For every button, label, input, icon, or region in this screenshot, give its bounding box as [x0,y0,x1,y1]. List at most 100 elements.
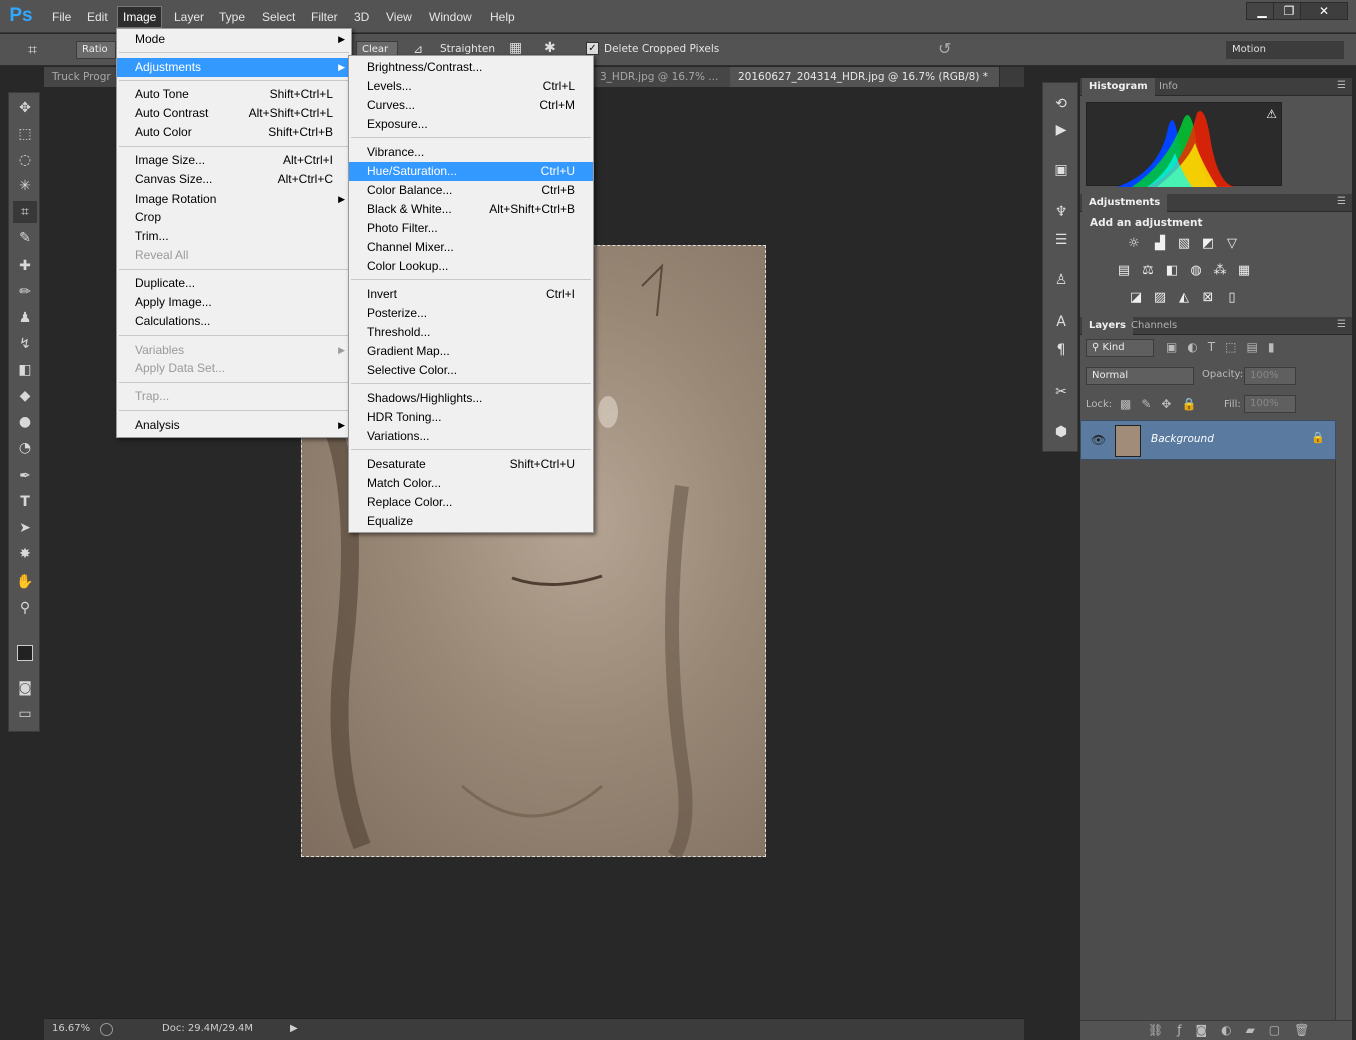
fill-field[interactable]: 100% [1244,395,1296,413]
image-menu-image-rotation[interactable]: Image Rotation ▶ [117,190,351,209]
actions-panel-icon[interactable]: ▶ [1049,119,1073,141]
gradient-map-adjust-icon[interactable]: ▯ [1222,289,1242,307]
posterize-adjust-icon[interactable]: ▨ [1150,289,1170,307]
vibrance-adjust-icon[interactable]: ▽ [1222,235,1242,253]
blur-tool-icon[interactable]: ● [13,411,37,433]
tab-histogram[interactable]: Histogram [1082,78,1155,96]
timeline-panel-icon[interactable]: ✂ [1049,381,1073,403]
hue-saturation-adjust-icon[interactable]: ▤ [1114,262,1134,280]
grid-overlay-icon[interactable]: ▦ [509,40,522,56]
character-panel-icon[interactable]: A [1049,311,1073,333]
menu-select[interactable]: Select [262,8,295,26]
photo-filter-adjust-icon[interactable]: ◍ [1186,262,1206,280]
3d-panel-icon[interactable]: ⬢ [1049,421,1073,443]
tab-truck-progress[interactable]: Truck Progr [44,67,118,87]
layer-filter-icons[interactable]: ▣◐T⬚▤▮ [1166,340,1284,354]
tab-hdr-active[interactable]: 20160627_204314_HDR.jpg @ 16.7% (RGB/8) … [730,67,1000,87]
menu-filter[interactable]: Filter [311,8,338,26]
delete-cropped-checkbox[interactable]: ✓ [586,42,599,55]
move-tool-icon[interactable]: ✥ [13,97,37,119]
properties-panel-icon[interactable]: ☰ [1049,229,1073,251]
menu-3d[interactable]: 3D [354,8,369,26]
channel-mixer-adjust-icon[interactable]: ⁂ [1210,262,1230,280]
zoom-level[interactable]: 16.67% [52,1019,90,1039]
menu-type[interactable]: Type [219,8,245,26]
layer-action-icons[interactable]: ⛓ƒ◙◐▰▢🗑 [1148,1023,1323,1037]
color-balance-adjust-icon[interactable]: ⚖ [1138,262,1158,280]
marquee-tool-icon[interactable]: ⬚ [13,123,37,145]
gear-icon[interactable]: ✱ [544,40,556,56]
adj-hdr-toning[interactable]: HDR Toning... [349,408,593,427]
adj-hue-saturation[interactable]: Hue/Saturation... Ctrl+U [349,162,593,181]
adj-black-white[interactable]: Black & White... Alt+Shift+Ctrl+B [349,200,593,219]
hand-tool-icon[interactable]: ✋ [13,571,37,593]
crop-tool-icon[interactable]: ⌗ [13,201,37,223]
adj-desaturate[interactable]: Desaturate Shift+Ctrl+U [349,455,593,474]
crop-tool-icon[interactable]: ⌗ [28,40,37,60]
history-brush-icon[interactable]: ↯ [13,333,37,355]
panel-menu-icon[interactable]: ☰ [1337,319,1346,330]
panel-menu-icon[interactable]: ☰ [1337,80,1346,91]
image-menu-auto-contrast[interactable]: Auto Contrast Alt+Shift+Ctrl+L [117,104,351,123]
adj-match-color[interactable]: Match Color... [349,474,593,493]
image-menu-mode[interactable]: Mode ▶ [117,30,351,49]
curves-adjust-icon[interactable]: ▧ [1174,235,1194,253]
threshold-adjust-icon[interactable]: ◭ [1174,289,1194,307]
status-menu-arrow-icon[interactable]: ▶ [290,1019,298,1039]
clone-stamp-icon[interactable]: ♟ [13,307,37,329]
exposure-adjust-icon[interactable]: ◩ [1198,235,1218,253]
screen-mode-icon[interactable]: ▭ [13,703,37,725]
history-panel-icon[interactable]: ⟲ [1049,93,1073,115]
clone-source-icon[interactable]: ♙ [1049,269,1073,291]
menu-image[interactable]: Image [117,6,163,28]
menu-window[interactable]: Window [429,8,472,26]
adj-channel-mixer[interactable]: Channel Mixer... [349,238,593,257]
adj-brightness-contrast[interactable]: Brightness/Contrast... [349,58,593,77]
layer-kind-filter[interactable]: ⚲ Kind [1086,339,1154,357]
adj-equalize[interactable]: Equalize [349,512,593,531]
tab-adjustments[interactable]: Adjustments [1082,194,1168,212]
image-menu-crop[interactable]: Crop [117,208,351,227]
ratio-select[interactable]: Ratio [76,41,116,59]
close-button[interactable]: ✕ [1300,2,1348,20]
menu-edit[interactable]: Edit [87,8,108,26]
eyedropper-icon[interactable]: ✎ [13,227,37,249]
selective-color-adjust-icon[interactable]: ⊠ [1198,289,1218,307]
image-menu-analysis[interactable]: Analysis ▶ [117,416,351,435]
path-selection-icon[interactable]: ➤ [13,517,37,539]
visibility-eye-icon[interactable]: 👁 [1091,433,1106,447]
menu-help[interactable]: Help [490,8,515,26]
layer-name[interactable]: Background [1151,433,1214,445]
adj-invert[interactable]: Invert Ctrl+I [349,285,593,304]
image-menu-apply-image[interactable]: Apply Image... [117,293,351,312]
levels-adjust-icon[interactable]: ▟ [1150,235,1170,253]
invert-adjust-icon[interactable]: ◪ [1126,289,1146,307]
dodge-tool-icon[interactable]: ◔ [13,437,37,459]
adj-curves[interactable]: Curves... Ctrl+M [349,96,593,115]
foreground-color-swatch[interactable] [17,645,33,661]
straighten-label[interactable]: Straighten [440,43,495,55]
pen-tool-icon[interactable]: ✒ [13,465,37,487]
adj-posterize[interactable]: Posterize... [349,304,593,323]
image-menu-trim[interactable]: Trim... [117,227,351,246]
color-lookup-adjust-icon[interactable]: ▦ [1234,262,1254,280]
type-tool-icon[interactable]: T [13,491,37,513]
workspace-select[interactable]: Motion [1226,41,1344,59]
black-white-adjust-icon[interactable]: ◧ [1162,262,1182,280]
image-menu-canvas-size[interactable]: Canvas Size... Alt+Ctrl+C [117,170,351,189]
brightness-adjust-icon[interactable]: ☼ [1124,235,1144,253]
adj-levels[interactable]: Levels... Ctrl+L [349,77,593,96]
adj-exposure[interactable]: Exposure... [349,115,593,134]
adj-color-balance[interactable]: Color Balance... Ctrl+B [349,181,593,200]
menu-file[interactable]: File [52,8,71,26]
adj-variations[interactable]: Variations... [349,427,593,446]
zoom-tool-icon[interactable]: ⚲ [13,597,37,619]
blend-mode-select[interactable]: Normal [1086,367,1194,385]
lasso-tool-icon[interactable]: ◌ [13,149,37,171]
tab-info[interactable]: Info [1152,78,1185,96]
adj-gradient-map[interactable]: Gradient Map... [349,342,593,361]
image-menu-image-size[interactable]: Image Size... Alt+Ctrl+I [117,151,351,170]
eraser-icon[interactable]: ◧ [13,359,37,381]
custom-shape-icon[interactable]: ✸ [13,543,37,565]
image-menu-duplicate[interactable]: Duplicate... [117,274,351,293]
